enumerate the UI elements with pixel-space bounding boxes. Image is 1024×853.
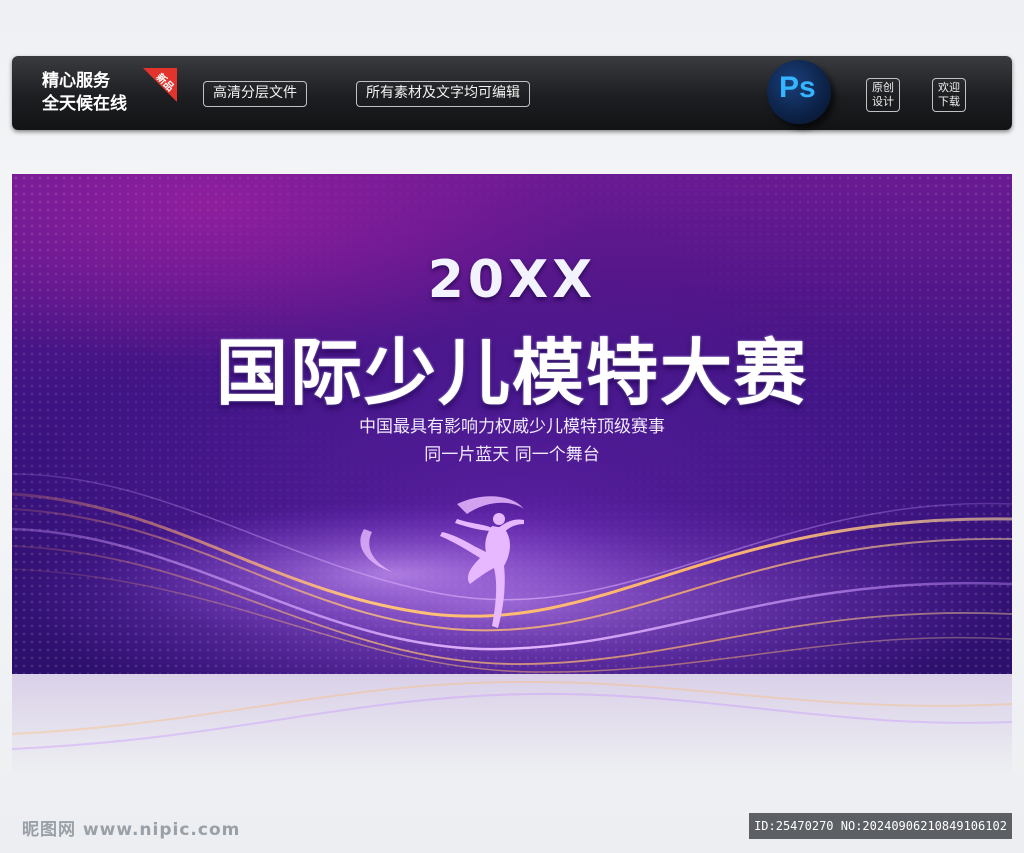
badge-line: 设计 bbox=[872, 95, 894, 108]
badge-line: 下载 bbox=[938, 95, 960, 108]
contest-banner: 20XX 国际少儿模特大赛 中国最具有影响力权威少儿模特顶级赛事 同一片蓝天 同… bbox=[12, 174, 1012, 674]
editable-material-tag: 所有素材及文字均可编辑 bbox=[356, 81, 530, 107]
event-subtitle-2: 同一片蓝天 同一个舞台 bbox=[424, 445, 600, 465]
nipic-watermark: 昵图网 www.nipic.com bbox=[22, 820, 241, 840]
event-title: 国际少儿模特大赛 bbox=[215, 331, 808, 415]
event-year: 20XX bbox=[427, 250, 597, 310]
ps-label: Ps bbox=[779, 71, 816, 104]
photoshop-icon: Ps bbox=[761, 56, 835, 130]
event-subtitle-1: 中国最具有影响力权威少儿模特顶级赛事 bbox=[359, 417, 665, 437]
top-info-bar: 精心服务 全天候在线 新品 高清分层文件 所有素材及文字均可编辑 Ps 原创 设… bbox=[12, 56, 1012, 130]
new-ribbon-badge: 新品 bbox=[143, 68, 177, 102]
slogan-line-1: 精心服务 bbox=[42, 71, 110, 91]
image-id-label: ID:25470270 NO:20240906210849106102 bbox=[749, 813, 1012, 839]
badge-line: 原创 bbox=[872, 81, 894, 94]
banner-reflection bbox=[12, 674, 1012, 794]
original-design-badge: 原创 设计 bbox=[866, 78, 900, 112]
hd-layered-file-tag: 高清分层文件 bbox=[203, 81, 307, 107]
slogan-line-2: 全天候在线 bbox=[42, 94, 127, 114]
new-ribbon-label: 新品 bbox=[153, 71, 176, 94]
welcome-download-badge: 欢迎 下载 bbox=[932, 78, 966, 112]
badge-line: 欢迎 bbox=[938, 81, 960, 94]
service-slogan: 精心服务 全天候在线 bbox=[42, 70, 127, 116]
